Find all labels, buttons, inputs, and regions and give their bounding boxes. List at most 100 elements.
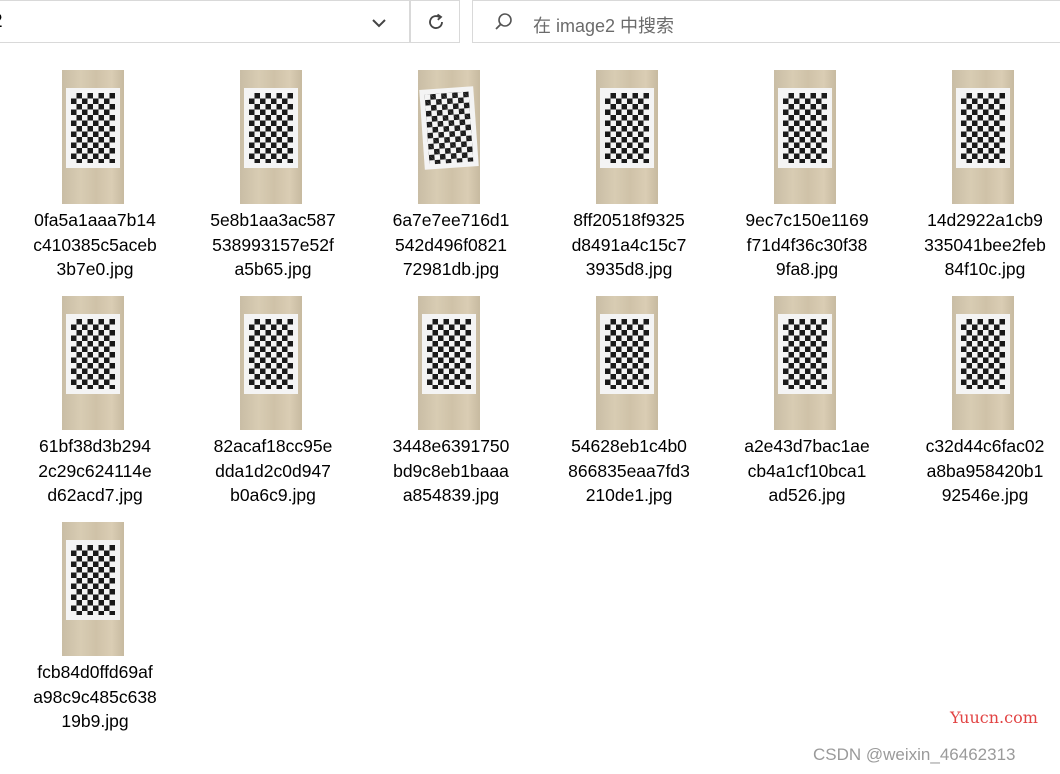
file-name-line: 9ec7c150e1169 bbox=[745, 210, 869, 230]
file-item[interactable]: 61bf38d3b294 2c29c624114e d62acd7.jpg bbox=[6, 286, 184, 508]
file-name-line: 2c29c624114e bbox=[38, 460, 152, 481]
file-item[interactable]: 6a7e7ee716d1 542d496f0821 72981db.jpg bbox=[362, 60, 540, 282]
file-name-line: cb4a1cf10bca1 bbox=[747, 460, 867, 481]
checkerboard-image bbox=[600, 314, 654, 394]
checkerboard-image bbox=[419, 86, 479, 170]
file-name-line: 210de1.jpg bbox=[585, 485, 673, 505]
file-name-line: 542d496f0821 bbox=[395, 234, 507, 255]
checkerboard-image bbox=[956, 314, 1010, 394]
file-thumbnail bbox=[952, 296, 1014, 430]
file-name-line: 538993157e52f bbox=[212, 234, 334, 255]
checkerboard-image bbox=[422, 314, 476, 394]
file-thumbnail bbox=[240, 296, 302, 430]
file-name-line: d8491a4c15c7 bbox=[571, 234, 687, 255]
file-name-line: d62acd7.jpg bbox=[47, 485, 143, 505]
file-name: 8ff20518f9325 d8491a4c15c7 3935d8.jpg bbox=[540, 208, 718, 282]
file-name: 61bf38d3b294 2c29c624114e d62acd7.jpg bbox=[6, 434, 184, 508]
file-item[interactable]: 82acaf18cc95e dda1d2c0d947 b0a6c9.jpg bbox=[184, 286, 362, 508]
file-name: 82acaf18cc95e dda1d2c0d947 b0a6c9.jpg bbox=[184, 434, 362, 508]
search-box[interactable]: 在 image2 中搜索 bbox=[472, 0, 1060, 43]
file-item[interactable]: 5e8b1aa3ac587 538993157e52f a5b65.jpg bbox=[184, 60, 362, 282]
file-name-line: 6a7e7ee716d1 bbox=[392, 210, 510, 230]
file-thumbnail bbox=[774, 296, 836, 430]
file-name-line: ad526.jpg bbox=[768, 485, 846, 505]
address-text: 2 bbox=[0, 11, 3, 33]
file-name-line: bd9c8eb1baaa bbox=[393, 460, 509, 481]
file-name: 0fa5a1aaa7b14 c410385c5aceb 3b7e0.jpg bbox=[6, 208, 184, 282]
address-bar[interactable]: 2 bbox=[0, 0, 410, 43]
file-name: fcb84d0ffd69af a98c9c485c638 19b9.jpg bbox=[6, 660, 184, 734]
file-name-line: 92546e.jpg bbox=[941, 485, 1029, 505]
file-name-line: fcb84d0ffd69af bbox=[37, 662, 153, 682]
file-name: 9ec7c150e1169 f71d4f36c30f38 9fa8.jpg bbox=[718, 208, 896, 282]
file-name-line: c410385c5aceb bbox=[33, 234, 157, 255]
file-item[interactable]: 9ec7c150e1169 f71d4f36c30f38 9fa8.jpg bbox=[718, 60, 896, 282]
checkerboard-image bbox=[778, 314, 832, 394]
file-name-line: f71d4f36c30f38 bbox=[746, 234, 868, 255]
file-thumbnail bbox=[774, 70, 836, 204]
checkerboard-image bbox=[244, 88, 298, 168]
search-input[interactable]: 在 image2 中搜索 bbox=[533, 12, 674, 38]
file-thumbnail bbox=[418, 296, 480, 430]
file-name-line: 3935d8.jpg bbox=[585, 259, 673, 279]
file-item[interactable]: 0fa5a1aaa7b14 c410385c5aceb 3b7e0.jpg bbox=[6, 60, 184, 282]
checkerboard-image bbox=[778, 88, 832, 168]
file-item[interactable]: 54628eb1c4b0 866835eaa7fd3 210de1.jpg bbox=[540, 286, 718, 508]
file-item[interactable]: a2e43d7bac1ae cb4a1cf10bca1 ad526.jpg bbox=[718, 286, 896, 508]
file-thumbnail bbox=[62, 522, 124, 656]
file-name-line: a8ba958420b1 bbox=[926, 460, 1044, 481]
file-name-line: 335041bee2feb bbox=[924, 234, 1046, 255]
file-name-line: a854839.jpg bbox=[402, 485, 500, 505]
file-name: 3448e6391750 bd9c8eb1baaa a854839.jpg bbox=[362, 434, 540, 508]
yuucn-watermark: Yuucn.com bbox=[950, 708, 1038, 727]
csdn-watermark: CSDN @weixin_46462313 bbox=[813, 745, 1016, 764]
checkerboard-image bbox=[600, 88, 654, 168]
explorer-toolbar: 2 在 image2 中搜索 bbox=[0, 0, 1060, 44]
file-name: 6a7e7ee716d1 542d496f0821 72981db.jpg bbox=[362, 208, 540, 282]
file-name-line: 866835eaa7fd3 bbox=[568, 460, 690, 481]
file-name-line: dda1d2c0d947 bbox=[215, 460, 331, 481]
file-name-line: a98c9c485c638 bbox=[33, 686, 157, 707]
file-name-line: 19b9.jpg bbox=[61, 711, 129, 731]
file-name: 54628eb1c4b0 866835eaa7fd3 210de1.jpg bbox=[540, 434, 718, 508]
file-name-line: 84f10c.jpg bbox=[944, 259, 1026, 279]
file-thumbnail bbox=[418, 70, 480, 204]
file-thumbnail bbox=[952, 70, 1014, 204]
file-thumbnail bbox=[596, 70, 658, 204]
refresh-button[interactable] bbox=[410, 0, 460, 43]
file-thumbnail bbox=[62, 70, 124, 204]
file-item[interactable]: 8ff20518f9325 d8491a4c15c7 3935d8.jpg bbox=[540, 60, 718, 282]
file-name-line: 61bf38d3b294 bbox=[39, 436, 151, 456]
checkerboard-image bbox=[66, 314, 120, 394]
chevron-down-icon[interactable] bbox=[369, 13, 389, 33]
file-name-line: 8ff20518f9325 bbox=[573, 210, 685, 230]
file-name-line: 9fa8.jpg bbox=[775, 259, 839, 279]
file-name: 14d2922a1cb9 335041bee2feb 84f10c.jpg bbox=[896, 208, 1060, 282]
file-item[interactable]: 3448e6391750 bd9c8eb1baaa a854839.jpg bbox=[362, 286, 540, 508]
checkerboard-image bbox=[244, 314, 298, 394]
file-item[interactable]: c32d44c6fac02 a8ba958420b1 92546e.jpg bbox=[896, 286, 1060, 508]
file-name: 5e8b1aa3ac587 538993157e52f a5b65.jpg bbox=[184, 208, 362, 282]
file-name-line: 3448e6391750 bbox=[392, 436, 510, 456]
file-name-line: c32d44c6fac02 bbox=[925, 436, 1045, 456]
refresh-icon bbox=[429, 13, 443, 29]
file-item[interactable]: 14d2922a1cb9 335041bee2feb 84f10c.jpg bbox=[896, 60, 1060, 282]
file-thumbnail bbox=[62, 296, 124, 430]
file-thumbnail bbox=[596, 296, 658, 430]
file-name-line: 3b7e0.jpg bbox=[56, 259, 134, 279]
file-item[interactable]: fcb84d0ffd69af a98c9c485c638 19b9.jpg bbox=[6, 512, 184, 734]
file-name-line: a5b65.jpg bbox=[234, 259, 312, 279]
file-name-line: 54628eb1c4b0 bbox=[571, 436, 687, 456]
file-name-line: 5e8b1aa3ac587 bbox=[210, 210, 336, 230]
file-name-line: a2e43d7bac1ae bbox=[744, 436, 870, 456]
search-icon bbox=[495, 13, 512, 30]
file-name-line: 72981db.jpg bbox=[402, 259, 500, 279]
file-name: c32d44c6fac02 a8ba958420b1 92546e.jpg bbox=[896, 434, 1060, 508]
file-name-line: 14d2922a1cb9 bbox=[927, 210, 1043, 230]
file-name-line: 82acaf18cc95e bbox=[213, 436, 333, 456]
checkerboard-image bbox=[66, 88, 120, 168]
file-name: a2e43d7bac1ae cb4a1cf10bca1 ad526.jpg bbox=[718, 434, 896, 508]
checkerboard-image bbox=[956, 88, 1010, 168]
checkerboard-image bbox=[66, 540, 120, 620]
file-thumbnail bbox=[240, 70, 302, 204]
